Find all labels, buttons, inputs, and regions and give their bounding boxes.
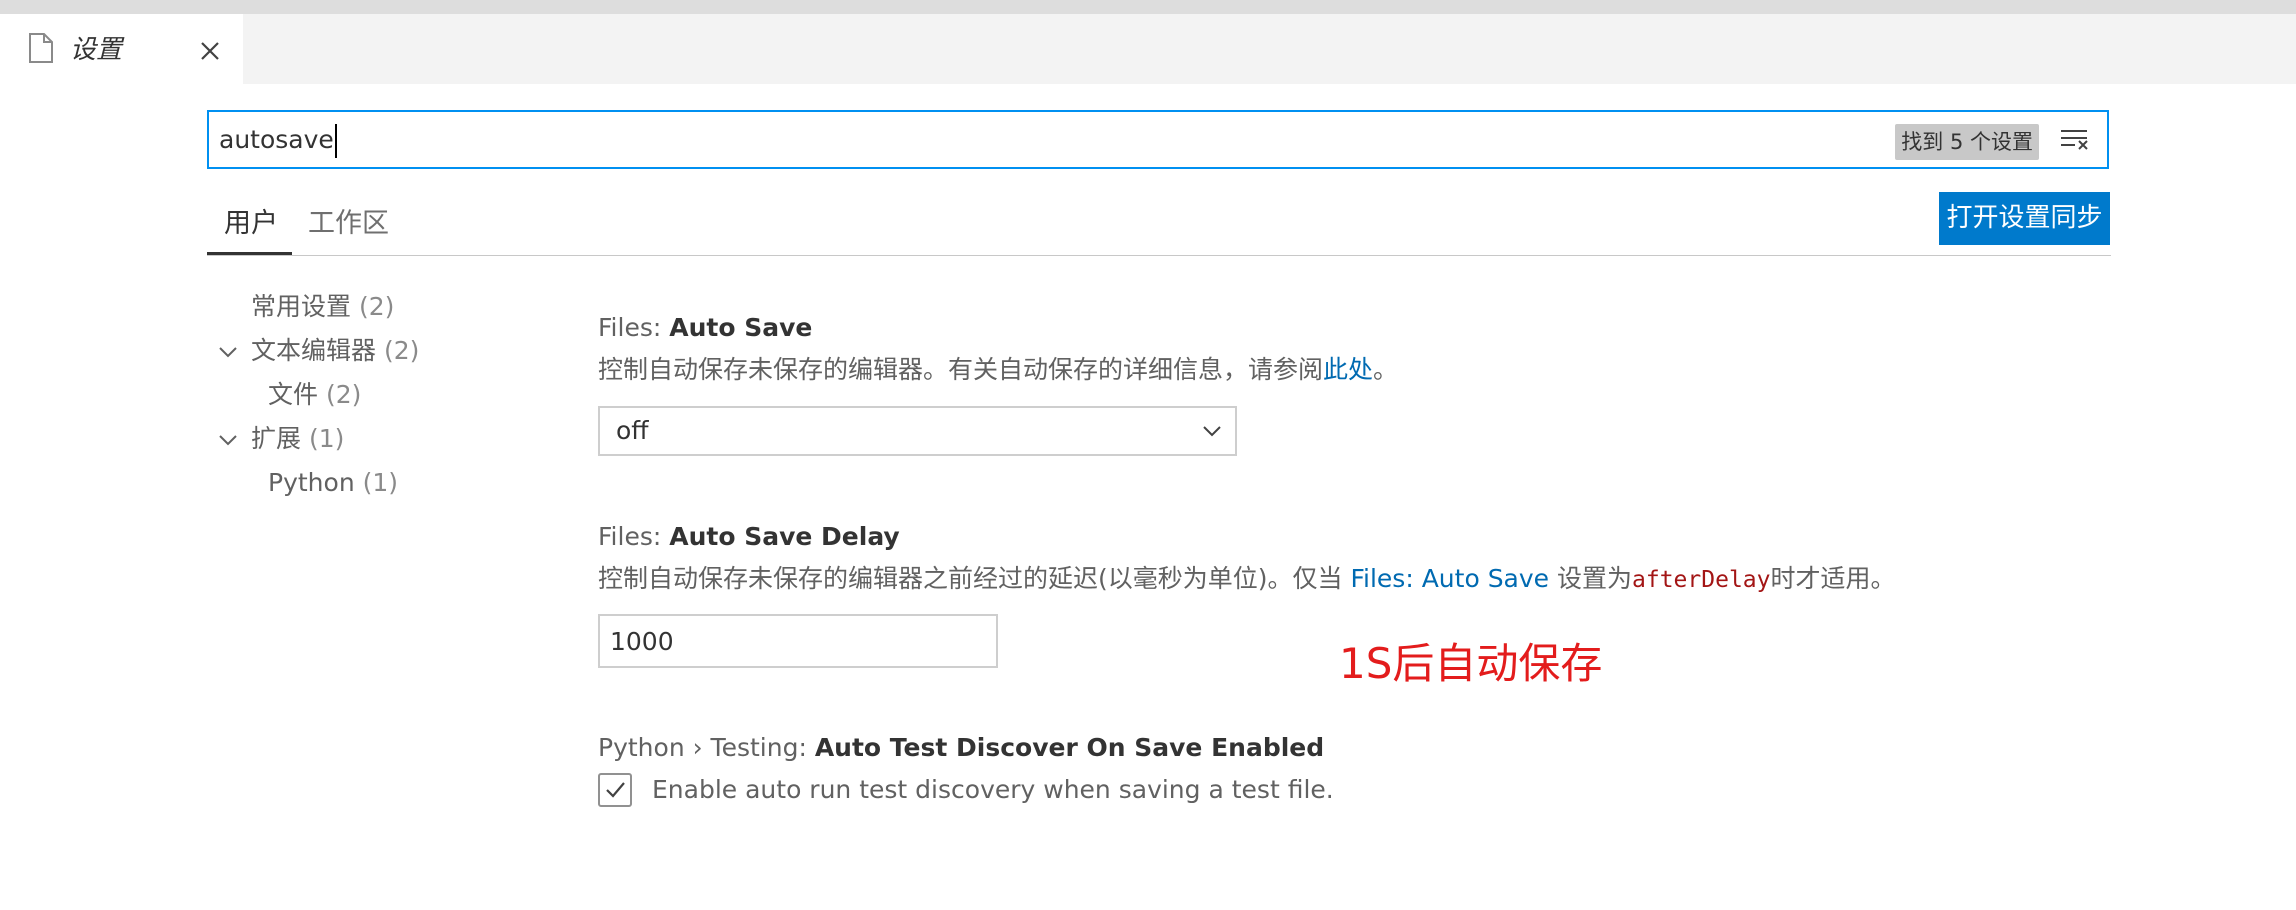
toc-item-python[interactable]: Python (1) <box>268 467 398 499</box>
code-value: afterDelay <box>1632 567 1771 593</box>
tab-user[interactable]: 用户 <box>224 207 278 241</box>
tab-settings[interactable]: 设置 <box>0 14 243 84</box>
learn-more-link[interactable]: 此处 <box>1323 355 1373 384</box>
setting-title-auto-save-delay: Files: Auto Save Delay <box>598 521 900 553</box>
setting-reference-link[interactable]: Files: Auto Save <box>1350 564 1549 593</box>
setting-title-auto-save: Files: Auto Save <box>598 312 812 344</box>
toc-count: (2) <box>358 292 395 321</box>
auto-save-select[interactable]: off <box>598 406 1237 456</box>
tab-title: 设置 <box>70 35 123 65</box>
description-suffix: 。 <box>1373 355 1399 384</box>
setting-description-auto-save: 控制自动保存未保存的编辑器。有关自动保存的详细信息，请参阅此处。 <box>598 354 1398 386</box>
check-icon <box>606 782 625 798</box>
toc-label: 文件 <box>268 380 319 409</box>
select-value: off <box>616 416 649 445</box>
tab-workspace[interactable]: 工作区 <box>308 207 389 241</box>
setting-name: Auto Save Delay <box>669 522 900 551</box>
setting-name: Auto Test Discover On Save Enabled <box>814 733 1325 762</box>
auto-save-delay-input[interactable]: 1000 <box>598 614 998 668</box>
toc-label: 常用设置 <box>251 292 352 321</box>
test-discover-checkbox[interactable] <box>598 773 632 807</box>
toc-item-common[interactable]: 常用设置 (2) <box>251 291 394 323</box>
description-text: 时才适用。 <box>1770 564 1896 593</box>
toc-label: Python <box>268 468 355 497</box>
toc-count: (2) <box>325 380 362 409</box>
chevron-down-icon[interactable] <box>219 434 237 446</box>
settings-sync-button[interactable]: 打开设置同步 <box>1939 192 2110 245</box>
toc-label: 文本编辑器 <box>251 336 377 365</box>
window-top-strip <box>0 0 2296 14</box>
setting-category: Files: <box>598 313 670 342</box>
description-text: 设置为 <box>1549 564 1633 593</box>
setting-name: Auto Save <box>669 313 813 342</box>
toc-item-text-editor[interactable]: 文本编辑器 (2) <box>251 335 419 367</box>
close-icon[interactable] <box>198 39 222 63</box>
toc-item-files[interactable]: 文件 (2) <box>268 379 361 411</box>
editor-tab-bar <box>0 14 2296 84</box>
clear-filter-icon[interactable] <box>2059 126 2091 154</box>
chevron-down-icon <box>1203 426 1221 437</box>
description-text: 控制自动保存未保存的编辑器。有关自动保存的详细信息，请参阅 <box>598 355 1324 384</box>
file-icon <box>29 33 53 63</box>
description-text: 控制自动保存未保存的编辑器之前经过的延迟(以毫秒为单位)。仅当 <box>598 564 1351 593</box>
input-value: 1000 <box>610 627 674 656</box>
text-cursor <box>335 124 337 158</box>
setting-title-python-testing: Python › Testing: Auto Test Discover On … <box>598 732 1324 764</box>
toc-count: (1) <box>362 468 399 497</box>
settings-search-input[interactable]: autosave 找到 5 个设置 <box>207 110 2109 169</box>
checkbox-label: Enable auto run test discovery when savi… <box>652 775 1334 804</box>
toc-item-extensions[interactable]: 扩展 (1) <box>251 423 344 455</box>
chevron-down-icon[interactable] <box>219 346 237 358</box>
toc-count: (2) <box>383 336 420 365</box>
tab-divider <box>207 255 2111 256</box>
setting-description-auto-save-delay: 控制自动保存未保存的编辑器之前经过的延迟(以毫秒为单位)。仅当 Files: A… <box>598 563 1896 596</box>
result-count-badge: 找到 5 个设置 <box>1895 124 2039 160</box>
setting-category: Python › Testing: <box>598 733 815 762</box>
annotation-text: 1S后自动保存 <box>1339 639 1603 688</box>
search-query: autosave <box>219 125 334 154</box>
setting-category: Files: <box>598 522 670 551</box>
toc-count: (1) <box>308 424 345 453</box>
toc-label: 扩展 <box>251 424 302 453</box>
